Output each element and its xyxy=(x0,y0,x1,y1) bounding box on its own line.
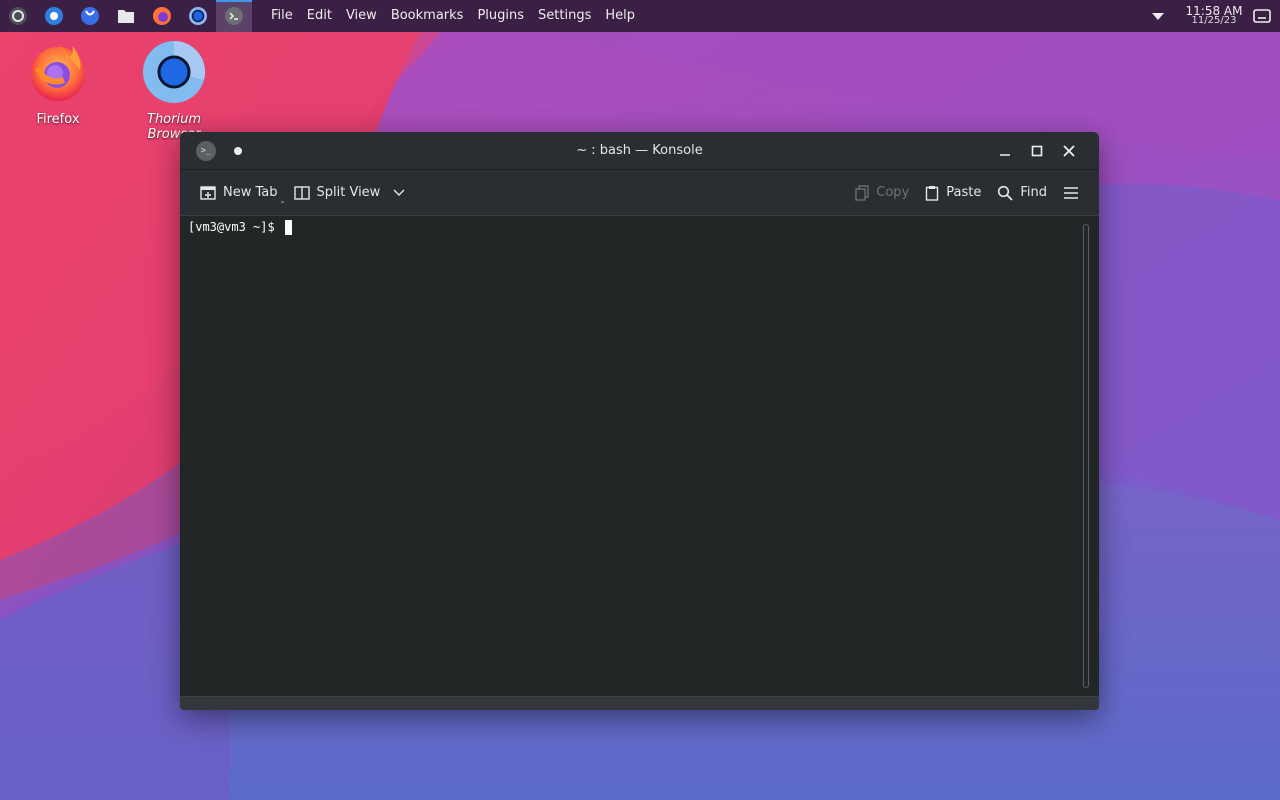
thorium-icon xyxy=(143,40,206,103)
terminal-cursor xyxy=(284,219,292,235)
find-label: Find xyxy=(1020,185,1047,200)
desktop-icon-firefox[interactable]: Firefox xyxy=(3,40,113,127)
keep-on-all-desktops-icon[interactable] xyxy=(234,146,242,155)
terminal-scrollbar[interactable] xyxy=(1083,224,1089,688)
window-title: ~ : bash — Konsole xyxy=(576,143,703,158)
firefox-icon xyxy=(31,44,85,101)
system-tray-expand-icon[interactable] xyxy=(1152,12,1164,20)
split-view-button[interactable]: Split View xyxy=(286,177,414,209)
taskbar-konsole[interactable] xyxy=(216,0,252,32)
split-view-label: Split View xyxy=(316,185,381,200)
show-desktop-icon xyxy=(1253,9,1271,23)
launcher-icon xyxy=(9,7,27,25)
window-bottom-strip xyxy=(180,696,1099,710)
close-button[interactable] xyxy=(1053,135,1085,167)
minimize-button[interactable] xyxy=(989,135,1021,167)
terminal-prompt: [vm3@vm3 ~]$ xyxy=(188,220,275,234)
taskbar-files[interactable] xyxy=(108,0,144,32)
konsole-icon xyxy=(225,7,243,25)
window-titlebar[interactable]: >_ ~ : bash — Konsole xyxy=(180,132,1099,170)
top-panel: File Edit View Bookmarks Plugins Setting… xyxy=(0,0,1280,32)
main-toolbar: New Tab ⌄ Split View Copy Paste Find xyxy=(180,170,1099,216)
hamburger-menu-button[interactable] xyxy=(1055,177,1087,209)
copy-button[interactable]: Copy xyxy=(847,177,917,209)
minimize-icon xyxy=(1000,153,1010,156)
desktop-icon-thorium[interactable]: Thorium Browser xyxy=(119,40,229,142)
find-button[interactable]: Find xyxy=(989,177,1055,209)
taskbar-discover[interactable] xyxy=(36,0,72,32)
new-tab-button[interactable]: New Tab ⌄ xyxy=(192,177,286,209)
maximize-icon xyxy=(1031,145,1043,156)
application-launcher[interactable] xyxy=(0,0,36,32)
files-icon xyxy=(118,10,134,23)
konsole-window: >_ ~ : bash — Konsole New Tab ⌄ Split Vi… xyxy=(180,132,1099,710)
split-view-icon xyxy=(293,185,310,200)
paste-icon xyxy=(926,185,939,201)
global-menu: File Edit View Bookmarks Plugins Setting… xyxy=(264,0,642,32)
menu-bookmarks[interactable]: Bookmarks xyxy=(384,0,471,32)
firefox-icon xyxy=(153,7,171,25)
close-icon xyxy=(1063,144,1075,157)
menu-view[interactable]: View xyxy=(339,0,384,32)
desktop-icon-label: Firefox xyxy=(36,112,80,127)
menu-file[interactable]: File xyxy=(264,0,300,32)
info-center-icon xyxy=(81,7,99,25)
chevron-down-icon[interactable] xyxy=(393,189,405,197)
terminal-prompt-line: [vm3@vm3 ~]$ xyxy=(188,218,1099,236)
search-icon xyxy=(998,185,1013,201)
thorium-icon xyxy=(189,7,207,25)
menu-plugins[interactable]: Plugins xyxy=(470,0,531,32)
maximize-button[interactable] xyxy=(1021,135,1053,167)
menu-settings[interactable]: Settings xyxy=(531,0,598,32)
new-tab-label: New Tab xyxy=(223,185,278,200)
new-tab-icon xyxy=(200,185,216,200)
menu-help[interactable]: Help xyxy=(598,0,642,32)
show-desktop-button[interactable] xyxy=(1244,0,1280,32)
taskbar-thorium[interactable] xyxy=(180,0,216,32)
clock-date: 11/25/23 xyxy=(1191,15,1237,26)
menu-edit[interactable]: Edit xyxy=(300,0,339,32)
taskbar-info-center[interactable] xyxy=(72,0,108,32)
copy-icon xyxy=(855,184,869,201)
discover-icon xyxy=(45,7,63,25)
taskbar-firefox[interactable] xyxy=(144,0,180,32)
paste-label: Paste xyxy=(946,185,982,200)
terminal-area[interactable]: [vm3@vm3 ~]$ xyxy=(180,216,1099,696)
digital-clock[interactable]: 11:58 AM 11/25/23 xyxy=(1184,5,1244,26)
konsole-app-icon[interactable]: >_ xyxy=(196,140,216,161)
hamburger-menu-icon xyxy=(1064,186,1078,199)
paste-button[interactable]: Paste xyxy=(917,177,989,209)
copy-label: Copy xyxy=(876,185,910,200)
